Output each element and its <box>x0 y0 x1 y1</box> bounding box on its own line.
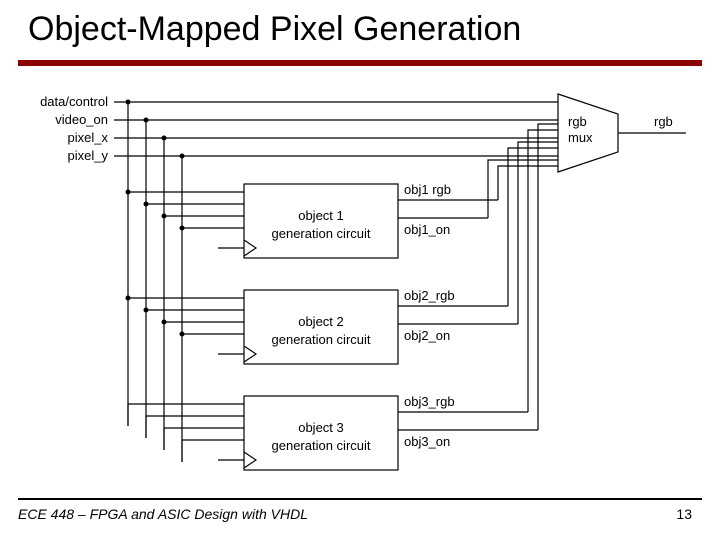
object1-line2: generation circuit <box>272 226 371 241</box>
label-rgb-out: rgb <box>654 114 673 129</box>
title-underline <box>18 60 702 66</box>
object3-line1: object 3 <box>298 420 344 435</box>
label-obj2-on: obj2_on <box>404 328 450 343</box>
label-data-control: data/control <box>40 94 108 109</box>
rgb-mux: rgb mux <box>558 94 618 172</box>
object3-line2: generation circuit <box>272 438 371 453</box>
object3-block: object 3 generation circuit <box>244 396 398 470</box>
label-pixel-y: pixel_y <box>68 148 109 163</box>
label-obj3-on: obj3_on <box>404 434 450 449</box>
label-obj1-rgb: obj1 rgb <box>404 182 451 197</box>
label-obj3-rgb: obj3_rgb <box>404 394 455 409</box>
page-number: 13 <box>676 506 692 522</box>
label-obj2-rgb: obj2_rgb <box>404 288 455 303</box>
label-obj1-on: obj1_on <box>404 222 450 237</box>
footer-divider <box>18 498 702 500</box>
object2-line2: generation circuit <box>272 332 371 347</box>
mux-line2: mux <box>568 130 593 145</box>
object2-line1: object 2 <box>298 314 344 329</box>
footer-text: ECE 448 – FPGA and ASIC Design with VHDL <box>18 506 308 522</box>
slide-title: Object-Mapped Pixel Generation <box>28 10 521 49</box>
mux-line1: rgb <box>568 114 587 129</box>
label-video-on: video_on <box>55 112 108 127</box>
object2-block: object 2 generation circuit <box>244 290 398 364</box>
object1-block: object 1 generation circuit <box>244 184 398 258</box>
object1-line1: object 1 <box>298 208 344 223</box>
block-diagram: data/control video_on pixel_x pixel_y ob… <box>18 90 702 480</box>
label-pixel-x: pixel_x <box>68 130 109 145</box>
